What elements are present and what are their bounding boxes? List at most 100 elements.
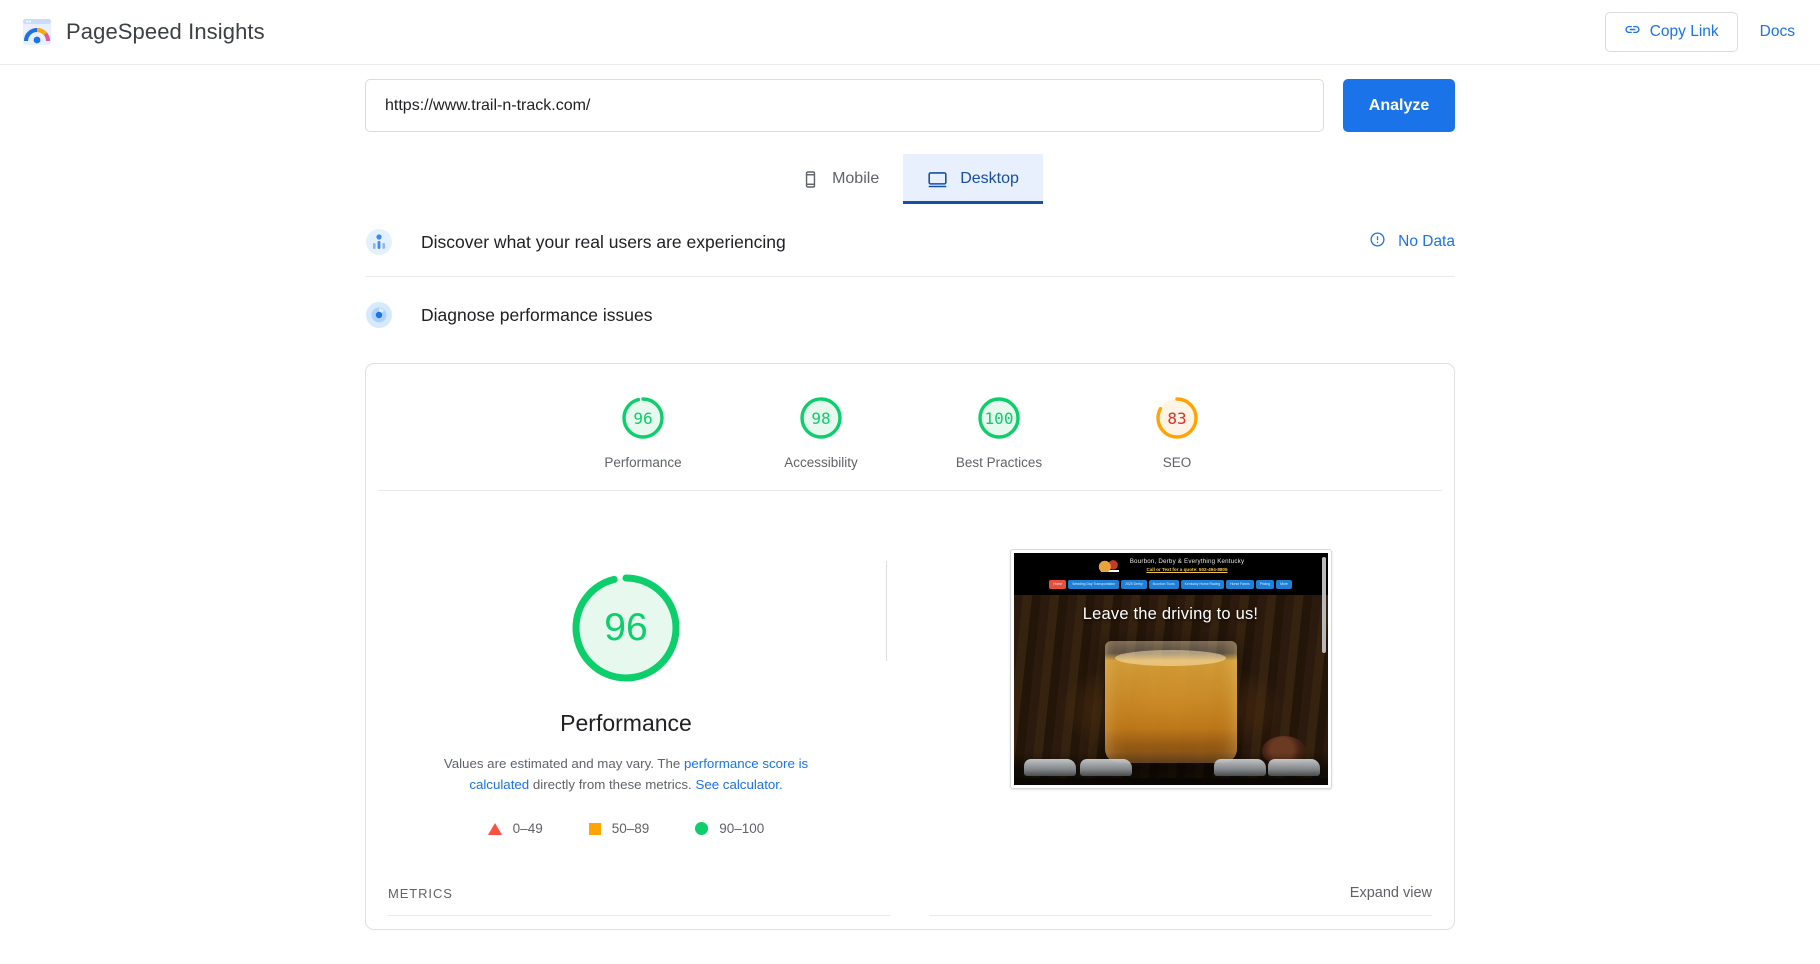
category-gauge-performance[interactable]: 96 Performance (585, 394, 701, 470)
metrics-column-left (388, 915, 891, 929)
gauge-ring: 98 (797, 394, 845, 442)
docs-link[interactable]: Docs (1760, 23, 1795, 41)
circle-icon (695, 822, 709, 836)
main-gauge-label: Performance (560, 710, 692, 736)
metrics-header-row: METRICS Expand view (366, 863, 1454, 901)
screenshot-column: Bourbon, Derby & Everything Kentucky Cal… (887, 547, 1454, 863)
whiskey-glass-image (1104, 641, 1237, 764)
site-nav-item: Wedding Day Transportation (1068, 580, 1120, 590)
main-gauge-score: 96 (604, 606, 648, 649)
vehicle-image (1213, 759, 1266, 777)
results-card: 96 Performance 98 Accessibility 100 Best… (365, 363, 1455, 930)
diagnose-icon (365, 301, 393, 329)
category-gauge-seo[interactable]: 83 SEO (1119, 394, 1235, 470)
expand-view-toggle[interactable]: Expand view (1350, 885, 1432, 901)
legend-range: 50–89 (611, 821, 650, 837)
vehicle-image (1267, 759, 1320, 777)
gauge-label: Performance (604, 455, 682, 470)
vehicles-strip (1013, 752, 1328, 779)
gauge-ring: 83 (1153, 394, 1201, 442)
gauge-score: 83 (1167, 408, 1187, 428)
screenshot-image: Bourbon, Derby & Everything Kentucky Cal… (1013, 553, 1328, 785)
metrics-label: METRICS (388, 885, 453, 901)
performance-summary: 96 Performance Values are estimated and … (366, 491, 1454, 863)
copy-link-button[interactable]: Copy Link (1604, 12, 1738, 52)
disclaimer-middle: directly from these metrics. (529, 776, 696, 792)
gauge-label: SEO (1162, 455, 1192, 470)
info-icon (1369, 231, 1386, 253)
disclaimer-prefix: Values are estimated and may vary. The (443, 756, 685, 771)
gauge-score: 100 (984, 408, 1014, 428)
gauge-score: 98 (811, 408, 831, 428)
tab-desktop[interactable]: Desktop (903, 154, 1043, 204)
field-data-title: Discover what your real users are experi… (421, 231, 786, 252)
copy-link-label: Copy Link (1649, 23, 1719, 40)
main-performance-gauge[interactable]: 96 (567, 569, 685, 687)
site-nav-item: 2025 Derby (1121, 580, 1147, 590)
metrics-column-right (929, 915, 1432, 929)
category-gauge-accessibility[interactable]: 98 Accessibility (763, 394, 879, 470)
gauge-ring: 96 (619, 394, 667, 442)
vehicle-image (1079, 759, 1132, 777)
device-tabs: Mobile Desktop (365, 154, 1455, 204)
site-hero-text: Leave the driving to us! (1082, 605, 1259, 624)
category-score-strip: 96 Performance 98 Accessibility 100 Best… (378, 364, 1442, 491)
tab-mobile-label: Mobile (832, 170, 880, 187)
site-logo-icon (1096, 558, 1123, 572)
site-nav-item: More (1276, 580, 1292, 590)
site-nav-item: Kentucky Horse Racing (1180, 580, 1225, 590)
site-header: Bourbon, Derby & Everything Kentucky Cal… (1013, 553, 1328, 576)
real-user-data-icon (365, 228, 393, 256)
app-title: PageSpeed Insights (66, 19, 265, 44)
gauge-label: Accessibility (784, 455, 858, 470)
mobile-icon (801, 170, 820, 189)
url-analyze-row: Analyze (365, 79, 1455, 132)
site-nav-item: Home (1049, 580, 1067, 590)
site-nav: Home Wedding Day Transportation 2025 Der… (1013, 576, 1328, 596)
header-actions: Copy Link Docs (1604, 12, 1795, 52)
score-disclaimer: Values are estimated and may vary. The p… (426, 754, 826, 795)
triangle-icon (487, 822, 502, 835)
legend-item-fail: 0–49 (487, 821, 543, 837)
no-data-label: No Data (1398, 233, 1455, 250)
lab-data-section: Diagnose performance issues (365, 277, 1455, 349)
brand: PageSpeed Insights (22, 17, 265, 47)
field-data-heading: Discover what your real users are experi… (365, 228, 786, 256)
vehicle-image (1023, 759, 1076, 777)
lab-data-heading: Diagnose performance issues (365, 301, 653, 329)
link-icon (1624, 21, 1641, 43)
app-header: PageSpeed Insights Copy Link Docs (0, 0, 1820, 65)
site-title: Bourbon, Derby & Everything Kentucky (1129, 558, 1245, 565)
field-data-section: Discover what your real users are experi… (365, 204, 1455, 277)
tab-desktop-label: Desktop (960, 170, 1019, 187)
site-nav-item: Horse Farms (1226, 580, 1254, 590)
no-data-status[interactable]: No Data (1369, 231, 1455, 253)
site-hero: Leave the driving to us! (1013, 595, 1328, 779)
legend-item-average: 50–89 (588, 821, 650, 837)
lab-data-title: Diagnose performance issues (421, 304, 653, 325)
pagespeed-logo-icon (22, 17, 52, 47)
main-gauge-column: 96 Performance Values are estimated and … (366, 547, 886, 863)
main-content: Analyze Mobile Desktop (365, 65, 1455, 930)
gauge-score: 96 (633, 408, 653, 428)
category-gauge-best-practices[interactable]: 100 Best Practices (941, 394, 1057, 470)
url-input[interactable] (365, 79, 1324, 132)
site-subtitle: Call or Text for a quote: 502-494-8805 (1146, 567, 1228, 572)
screenshot-scrollbar[interactable] (1321, 557, 1326, 653)
see-calculator-link[interactable]: See calculator. (695, 777, 782, 792)
site-header-row: Bourbon, Derby & Everything Kentucky Cal… (1014, 558, 1328, 572)
desktop-icon (927, 169, 948, 190)
square-icon (588, 822, 601, 835)
gauge-label: Best Practices (955, 455, 1043, 470)
score-legend: 0–49 50–89 90–100 (366, 821, 886, 836)
site-nav-item: Pricing (1255, 580, 1275, 590)
metrics-columns (366, 901, 1454, 929)
page-screenshot[interactable]: Bourbon, Derby & Everything Kentucky Cal… (1009, 549, 1332, 789)
site-nav-item: Bourbon Tours (1148, 580, 1179, 590)
analyze-button[interactable]: Analyze (1343, 79, 1455, 132)
legend-range: 90–100 (719, 821, 765, 837)
tab-mobile[interactable]: Mobile (777, 154, 903, 204)
gauge-ring: 100 (975, 394, 1023, 442)
legend-item-pass: 90–100 (695, 821, 764, 836)
legend-range: 0–49 (512, 821, 543, 837)
